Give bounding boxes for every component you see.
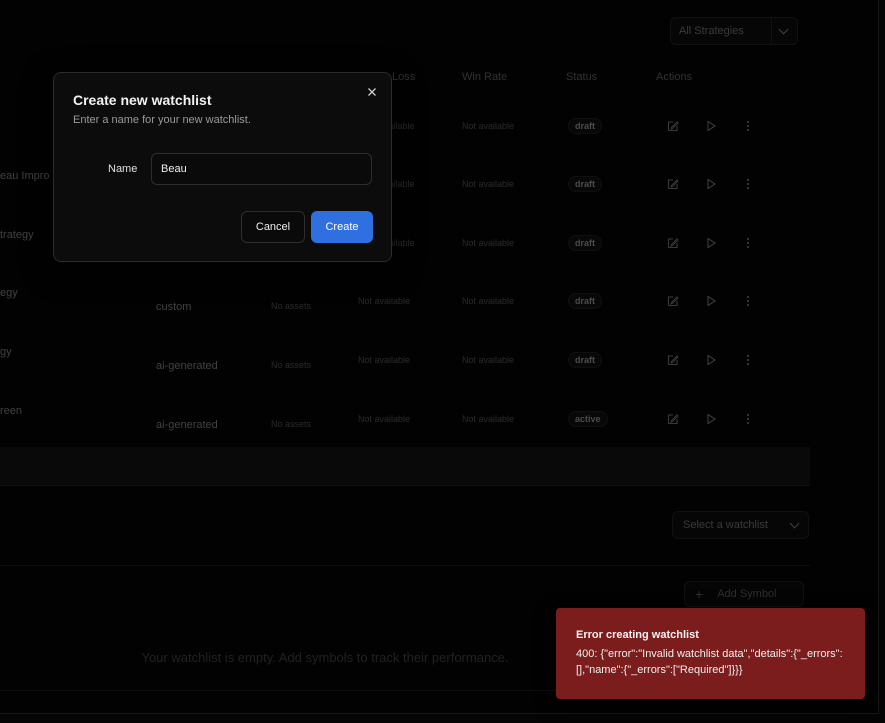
status-badge: draft xyxy=(568,352,602,368)
more-vertical-icon[interactable] xyxy=(741,236,755,250)
header-actions: Actions xyxy=(656,71,693,83)
status-badge: active xyxy=(568,411,608,427)
status-badge: draft xyxy=(568,118,602,134)
dialog-description: Enter a name for your new watchlist. xyxy=(73,114,251,126)
strategy-filter-dropdown[interactable]: All Strategies xyxy=(670,17,798,45)
strategy-win-rate: Not available xyxy=(462,355,515,365)
close-icon[interactable] xyxy=(366,86,378,98)
strategy-type: ai-generated xyxy=(156,360,218,372)
strategy-type: custom xyxy=(156,301,192,313)
play-icon[interactable] xyxy=(704,294,718,308)
edit-icon[interactable] xyxy=(666,412,680,426)
edit-icon[interactable] xyxy=(666,236,680,250)
strategy-win-rate: Not available xyxy=(462,414,515,424)
more-vertical-icon[interactable] xyxy=(741,353,755,367)
more-vertical-icon[interactable] xyxy=(741,177,755,191)
strategy-loss: Not available xyxy=(358,414,411,424)
more-vertical-icon[interactable] xyxy=(741,294,755,308)
table-row[interactable]: gy ai-generated No assets Not available Not … xyxy=(0,331,810,389)
add-symbol-button[interactable]: + Add Symbol xyxy=(684,581,804,607)
header-loss: Loss xyxy=(392,71,416,83)
strategy-type: ai-generated xyxy=(156,419,218,431)
more-vertical-icon[interactable] xyxy=(741,119,755,133)
strategy-win-rate: Not available xyxy=(462,238,515,248)
section-divider xyxy=(0,565,810,566)
play-icon[interactable] xyxy=(704,353,718,367)
table-footer xyxy=(0,447,810,486)
dialog-title: Create new watchlist xyxy=(73,92,212,108)
add-symbol-label: Add Symbol xyxy=(717,588,777,600)
status-badge: draft xyxy=(568,293,602,309)
name-label: Name xyxy=(108,163,138,175)
edit-icon[interactable] xyxy=(666,294,680,308)
strategy-assets: No assets xyxy=(271,301,312,311)
play-icon[interactable] xyxy=(704,177,718,191)
strategy-filter-value: All Strategies xyxy=(679,25,744,37)
create-watchlist-dialog: Create new watchlist Enter a name for yo… xyxy=(53,72,392,262)
strategy-name: reen xyxy=(0,405,23,417)
watchlist-name-input[interactable] xyxy=(151,153,372,185)
toast-title: Error creating watchlist xyxy=(576,629,699,641)
cancel-button[interactable]: Cancel xyxy=(241,211,305,243)
edit-icon[interactable] xyxy=(666,119,680,133)
strategy-win-rate: Not available xyxy=(462,296,515,306)
chevron-down-icon xyxy=(778,24,789,35)
strategy-loss: Not available xyxy=(358,296,411,306)
strategy-assets: No assets xyxy=(271,360,312,370)
watchlist-select[interactable]: Select a watchlist xyxy=(672,511,809,539)
create-button[interactable]: Create xyxy=(311,211,373,243)
edit-icon[interactable] xyxy=(666,177,680,191)
table-row[interactable]: reen ai-generated No assets Not available No… xyxy=(0,390,810,448)
play-icon[interactable] xyxy=(704,412,718,426)
strategy-name: egy xyxy=(0,287,18,299)
strategy-name: eau Impro xyxy=(0,170,50,182)
more-vertical-icon[interactable] xyxy=(741,412,755,426)
strategy-name: gy xyxy=(0,346,12,358)
table-row[interactable]: egy custom No assets Not available Not avail… xyxy=(0,272,810,330)
strategy-assets: No assets xyxy=(271,419,312,429)
edit-icon[interactable] xyxy=(666,353,680,367)
dropdown-divider xyxy=(771,18,772,44)
play-icon[interactable] xyxy=(704,236,718,250)
header-status: Status xyxy=(566,71,598,83)
watchlist-empty-message: Your watchlist is empty. Add symbols to … xyxy=(141,650,509,665)
status-badge: draft xyxy=(568,235,602,251)
strategy-loss: Not available xyxy=(358,355,411,365)
toast-message: 400: {"error":"Invalid watchlist data","… xyxy=(576,648,843,676)
strategy-win-rate: Not available xyxy=(462,121,515,131)
watchlist-select-value: Select a watchlist xyxy=(683,519,768,531)
play-icon[interactable] xyxy=(704,119,718,133)
plus-icon: + xyxy=(695,586,704,602)
chevron-down-icon xyxy=(789,518,800,529)
strategy-win-rate: Not available xyxy=(462,179,515,189)
strategy-name: trategy xyxy=(0,229,34,241)
header-win-rate: Win Rate xyxy=(462,71,508,83)
error-toast[interactable]: Error creating watchlist 400: {"error":"… xyxy=(556,608,865,699)
status-badge: draft xyxy=(568,176,602,192)
